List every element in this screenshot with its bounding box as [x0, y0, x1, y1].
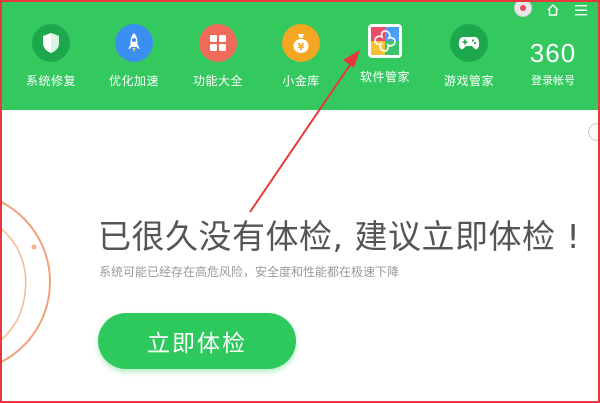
nav-label: 小金库	[282, 74, 320, 88]
money-bag-icon: ¥	[282, 24, 320, 62]
nav-label: 优化加速	[108, 74, 159, 88]
app-window: 系统修复 优化加速 功能大全 ¥ 小金库 软件管家 游戏管家 360 登录帐号 …	[0, 0, 600, 403]
skin-icon[interactable]	[514, 2, 532, 17]
gamepad-icon	[450, 24, 488, 62]
nav-label: 系统修复	[25, 74, 76, 88]
grid-icon	[199, 24, 237, 62]
menu-icon[interactable]	[574, 2, 588, 20]
shield-icon	[32, 24, 70, 62]
window-controls	[514, 2, 588, 18]
nav-label: 功能大全	[192, 74, 243, 88]
nav-label: 游戏管家	[443, 74, 494, 88]
svg-text:¥: ¥	[298, 42, 305, 53]
home-icon[interactable]	[546, 2, 560, 20]
health-score-arc-icon	[2, 201, 51, 363]
rocket-icon	[115, 24, 153, 62]
software-manager-icon	[368, 24, 402, 58]
side-handle-icon[interactable]	[588, 123, 598, 141]
nav-item-speed-up[interactable]: 优化加速	[98, 24, 170, 89]
checkup-subtext: 系统可能已经存在高危风险，安全度和性能都在极速下降	[99, 265, 400, 279]
login-button[interactable]: 360 登录帐号	[518, 40, 588, 88]
nav-item-game-manager[interactable]: 游戏管家	[433, 24, 505, 89]
nav-item-all-features[interactable]: 功能大全	[182, 24, 254, 89]
checkup-headline: 已很久没有体检, 建议立即体检 !	[98, 217, 581, 256]
nav-item-software-manager[interactable]: 软件管家	[349, 24, 421, 85]
top-nav-bar: 系统修复 优化加速 功能大全 ¥ 小金库 软件管家 游戏管家 360 登录帐号	[2, 2, 598, 110]
login-label: 登录帐号	[531, 74, 575, 87]
start-checkup-button[interactable]: 立即体检	[98, 313, 296, 369]
brand-logo: 360	[529, 38, 577, 68]
nav-label: 软件管家	[359, 70, 410, 84]
nav-item-system-repair[interactable]: 系统修复	[15, 24, 87, 89]
nav-item-vault[interactable]: ¥ 小金库	[265, 24, 337, 89]
